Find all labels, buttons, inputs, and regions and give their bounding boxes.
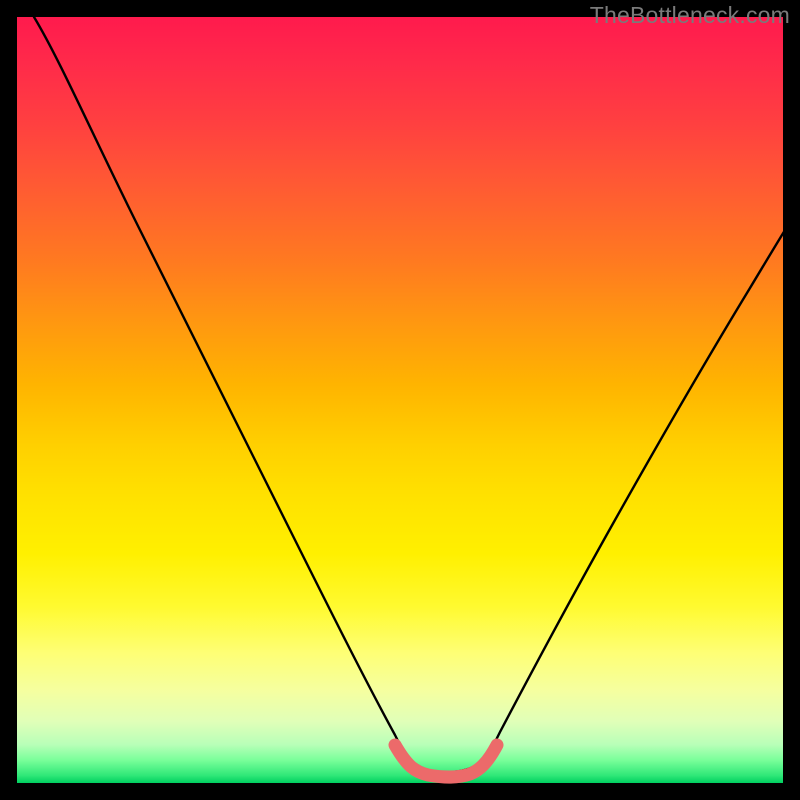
- gradient-background: [17, 17, 783, 783]
- watermark-label: TheBottleneck.com: [590, 2, 790, 29]
- bottleneck-chart: TheBottleneck.com: [0, 0, 800, 800]
